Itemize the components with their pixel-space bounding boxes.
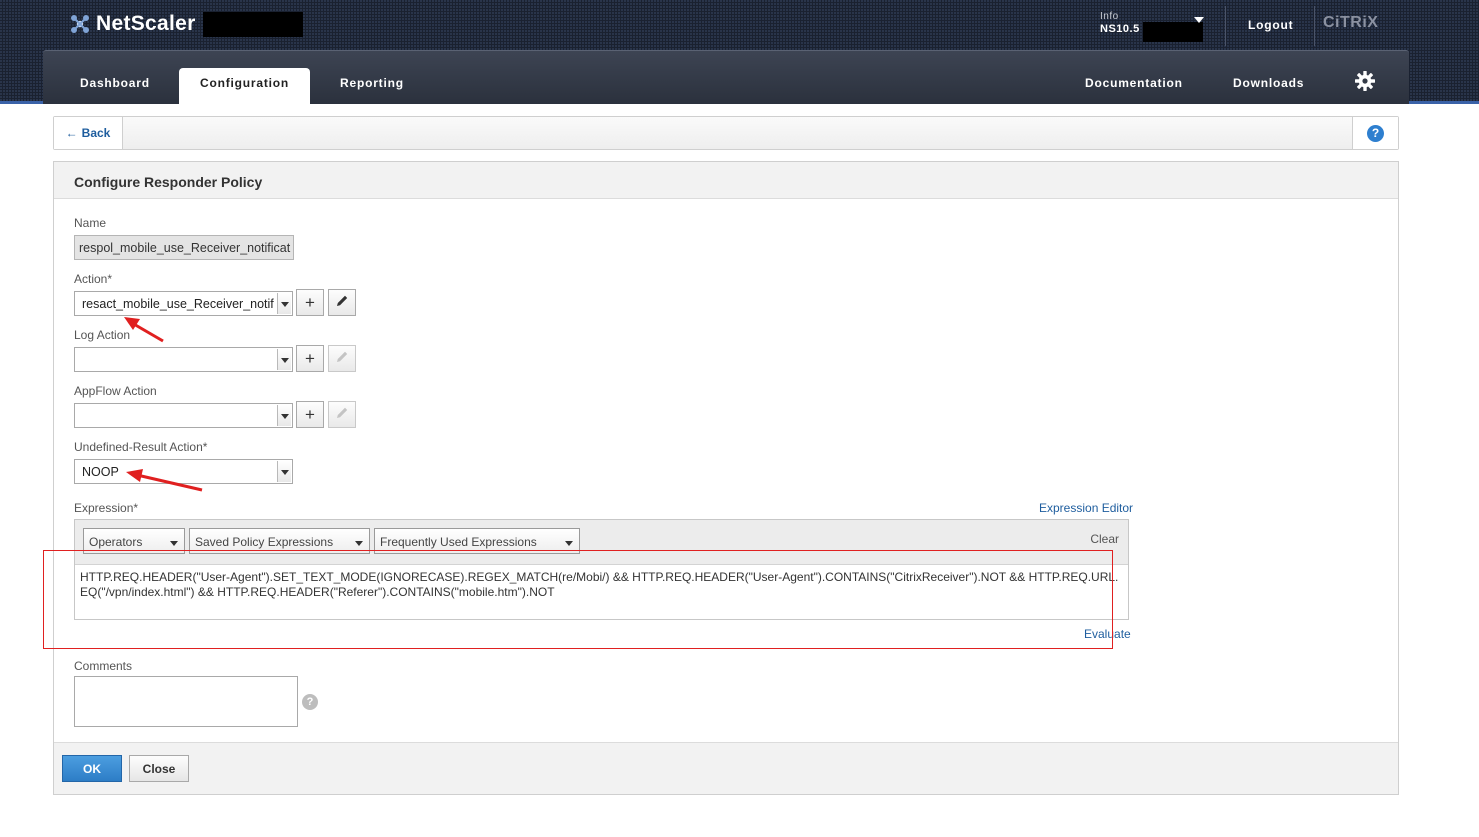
comments-field[interactable] <box>74 676 298 727</box>
header-divider <box>1225 6 1226 46</box>
action-select-value: resact_mobile_use_Receiver_notif <box>82 297 274 311</box>
help-icon: ? <box>1367 124 1384 142</box>
pencil-icon <box>335 406 349 423</box>
action-label: Action* <box>74 272 113 286</box>
annotation-highlight-box <box>43 550 1113 649</box>
log-action-label: Log Action <box>74 328 131 342</box>
edit-log-action-button[interactable] <box>328 345 356 372</box>
back-button[interactable]: ← Back <box>54 117 123 149</box>
info-label: Info <box>1100 11 1119 22</box>
expression-label: Expression* <box>74 501 139 515</box>
plus-icon: + <box>305 405 315 424</box>
tab-configuration[interactable]: Configuration <box>179 68 311 105</box>
undefined-result-action-label: Undefined-Result Action* <box>74 440 208 454</box>
add-action-button[interactable]: + <box>296 289 324 316</box>
clear-link[interactable]: Clear <box>1090 532 1119 546</box>
documentation-link[interactable]: Documentation <box>1085 76 1183 90</box>
app-name: NetScaler <box>96 12 196 35</box>
panel-footer: OK Close <box>54 742 1398 794</box>
tab-dashboard[interactable]: Dashboard <box>80 76 150 90</box>
tab-reporting[interactable]: Reporting <box>340 76 404 90</box>
pencil-icon <box>335 350 349 367</box>
citrix-logo: CiTRiX <box>1323 14 1379 31</box>
name-field[interactable]: respol_mobile_use_Receiver_notificat <box>74 235 294 260</box>
plus-icon: + <box>305 293 315 312</box>
logout-link[interactable]: Logout <box>1248 18 1293 32</box>
pencil-icon <box>335 294 349 311</box>
arrow-left-icon: ← <box>65 126 78 140</box>
edit-action-button[interactable] <box>328 289 356 316</box>
redacted-version <box>1143 22 1203 42</box>
appflow-action-select[interactable] <box>74 403 293 428</box>
add-log-action-button[interactable]: + <box>296 345 324 372</box>
chevron-down-icon[interactable] <box>277 293 291 314</box>
main-nav: Dashboard Configuration Reporting Docume… <box>43 50 1409 105</box>
info-menu[interactable]: Info NS10.5 <box>1100 11 1140 35</box>
netscaler-logo: NetScaler <box>70 12 196 36</box>
close-button[interactable]: Close <box>129 755 189 782</box>
appflow-action-label: AppFlow Action <box>74 384 157 398</box>
help-button[interactable]: ? <box>1352 117 1398 149</box>
downloads-link[interactable]: Downloads <box>1233 76 1304 90</box>
expression-editor-link[interactable]: Expression Editor <box>1039 501 1133 515</box>
back-label: Back <box>81 126 111 140</box>
panel-title: Configure Responder Policy <box>54 162 1398 199</box>
edit-appflow-action-button[interactable] <box>328 401 356 428</box>
ok-button[interactable]: OK <box>62 755 122 782</box>
chevron-down-icon[interactable] <box>277 461 291 482</box>
header-divider <box>1314 6 1315 46</box>
undefined-result-action-value: NOOP <box>82 465 119 479</box>
chevron-down-icon[interactable] <box>277 405 291 426</box>
plus-icon: + <box>305 349 315 368</box>
help-icon[interactable]: ? <box>302 694 318 710</box>
undefined-result-action-select[interactable]: NOOP <box>74 459 293 484</box>
back-toolbar: ← Back ? <box>53 116 1399 150</box>
info-value: NS10.5 <box>1100 23 1140 35</box>
name-label: Name <box>74 216 107 230</box>
action-select[interactable]: resact_mobile_use_Receiver_notif <box>74 291 293 316</box>
add-appflow-action-button[interactable]: + <box>296 401 324 428</box>
chevron-down-icon[interactable] <box>1194 17 1204 23</box>
netscaler-logo-icon <box>70 14 90 34</box>
gear-icon[interactable] <box>1355 71 1375 91</box>
comments-label: Comments <box>74 659 133 673</box>
configure-responder-policy-panel: Configure Responder Policy Name respol_m… <box>53 161 1399 795</box>
redacted-hostname <box>203 12 303 37</box>
chevron-down-icon[interactable] <box>277 349 291 370</box>
log-action-select[interactable] <box>74 347 293 372</box>
top-header: NetScaler Info NS10.5 Logout CiTRiX Dash… <box>0 0 1479 105</box>
